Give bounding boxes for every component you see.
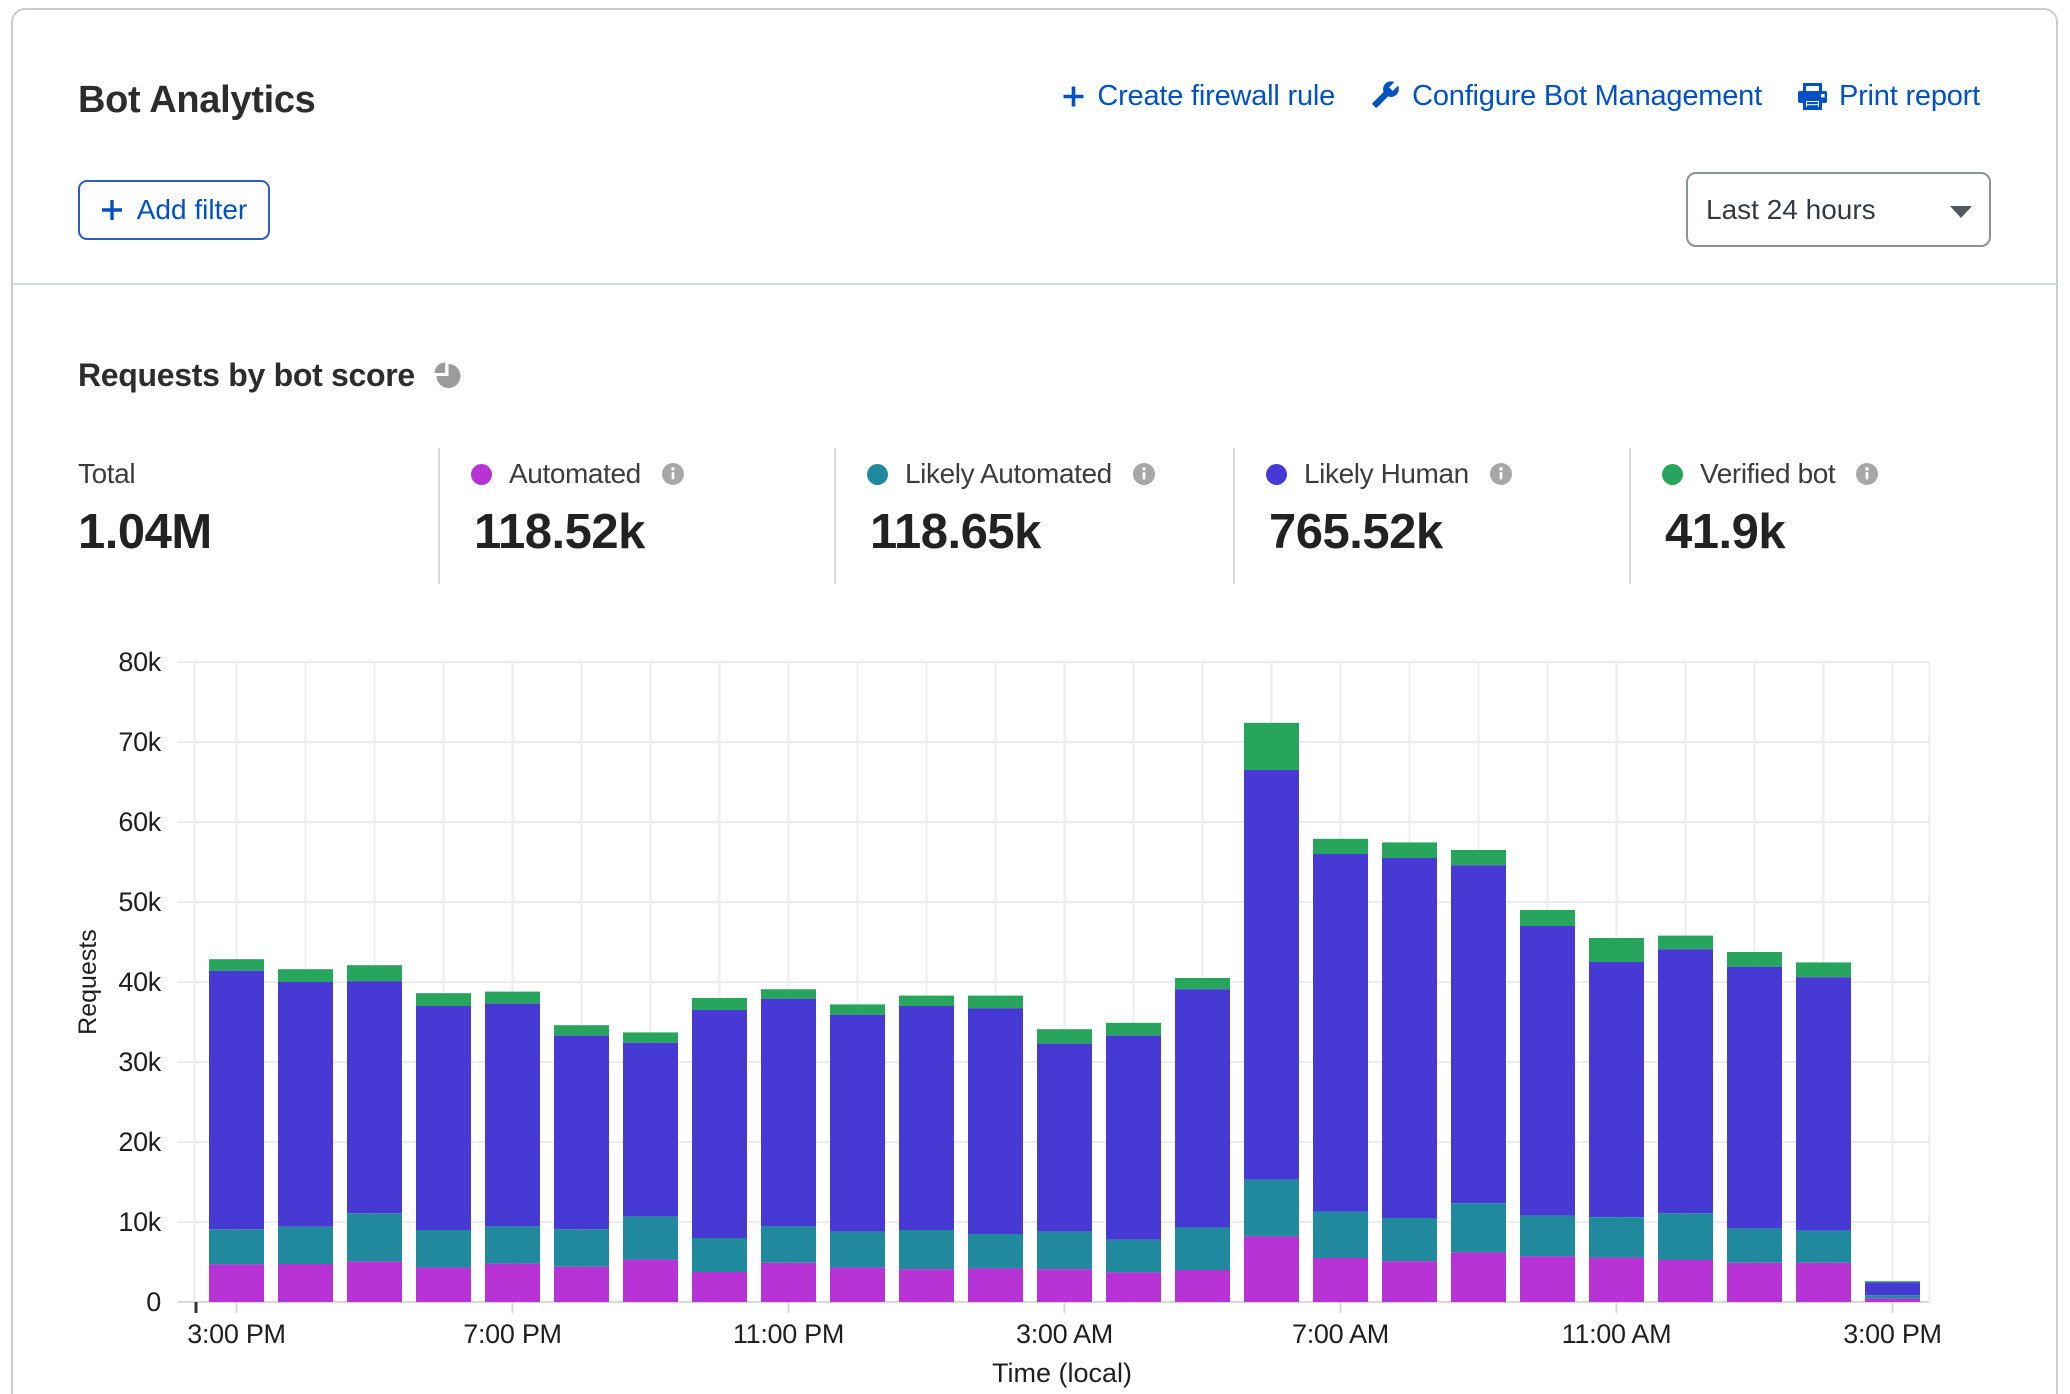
svg-text:Time (local): Time (local) [992, 1358, 1132, 1388]
svg-text:3:00 PM: 3:00 PM [1843, 1319, 1941, 1349]
svg-text:20k: 20k [118, 1127, 161, 1157]
svg-text:11:00 PM: 11:00 PM [733, 1319, 844, 1349]
svg-text:50k: 50k [118, 887, 161, 917]
svg-text:7:00 PM: 7:00 PM [463, 1319, 561, 1349]
svg-text:30k: 30k [118, 1047, 161, 1077]
svg-text:60k: 60k [118, 807, 161, 837]
svg-text:Requests: Requests [74, 929, 102, 1035]
svg-text:80k: 80k [118, 647, 161, 677]
svg-text:0: 0 [146, 1287, 161, 1317]
svg-text:10k: 10k [118, 1207, 161, 1237]
svg-text:7:00 AM: 7:00 AM [1292, 1319, 1389, 1349]
svg-text:70k: 70k [118, 727, 161, 757]
svg-text:3:00 PM: 3:00 PM [187, 1319, 285, 1349]
svg-text:11:00 AM: 11:00 AM [1562, 1319, 1672, 1349]
svg-text:3:00 AM: 3:00 AM [1016, 1319, 1113, 1349]
svg-text:40k: 40k [118, 967, 161, 997]
